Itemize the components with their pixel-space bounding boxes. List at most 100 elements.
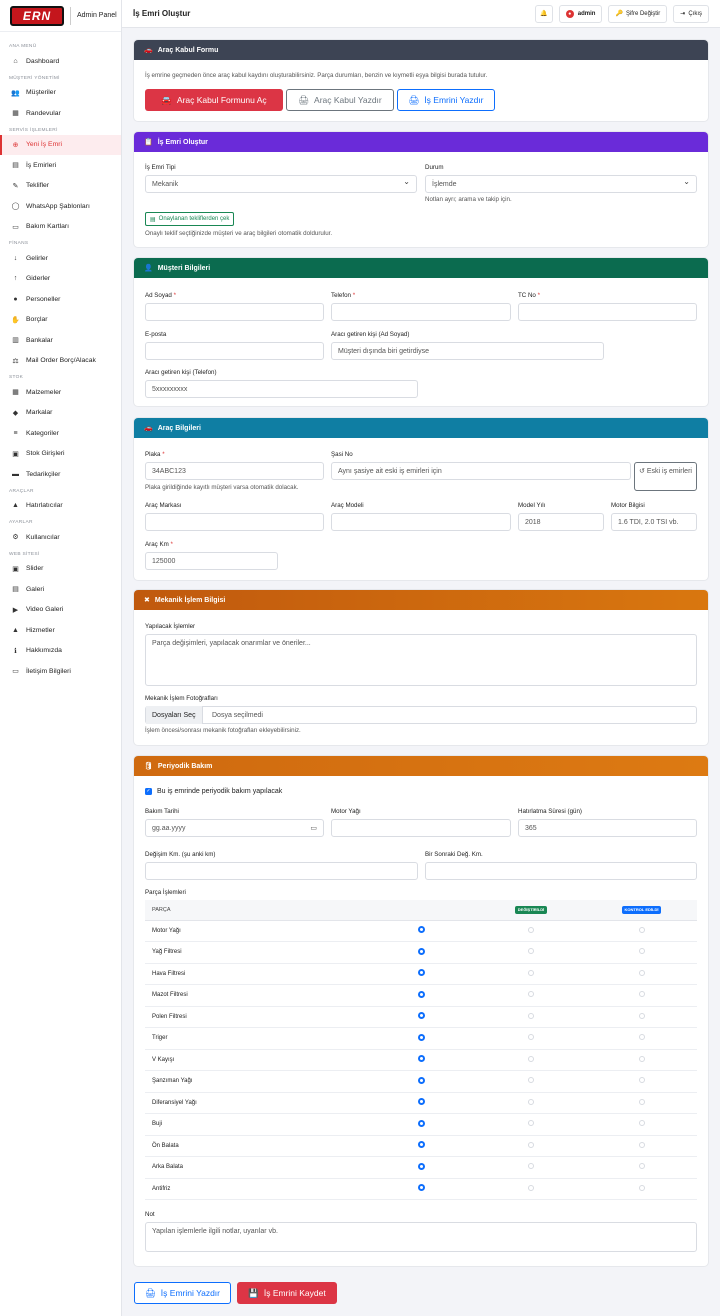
radio-replaced[interactable] (528, 948, 534, 955)
sidebar-item[interactable]: ⚙ Kullanıcılar (0, 527, 121, 548)
sidebar-item[interactable]: ▤ Galeri (0, 579, 121, 600)
radio-replaced[interactable] (528, 1141, 534, 1148)
sidebar-item[interactable]: ▲ Hatırlatıcılar (0, 496, 121, 517)
radio-none-selected[interactable] (417, 1076, 425, 1084)
sidebar-item[interactable]: ⊕ Yeni İş Emri (0, 134, 121, 155)
radio-none-selected[interactable] (417, 990, 425, 998)
sidebar-item[interactable]: ▦ Randevular (0, 103, 121, 124)
sidebar-item[interactable]: ▣ Slider (0, 559, 121, 580)
part-checked-radio-cell[interactable] (586, 1006, 697, 1028)
logout-button[interactable]: ⇥ Çıkış (673, 4, 709, 23)
part-replaced-radio-cell[interactable] (476, 1027, 586, 1050)
brought-by-name-input[interactable]: Müşteri dışında biri getirdiyse (331, 342, 604, 360)
part-replaced-radio-cell[interactable] (476, 984, 586, 1007)
vehicle-model-input[interactable] (331, 513, 511, 531)
part-replaced-radio-cell[interactable] (476, 963, 586, 985)
part-replaced-radio-cell[interactable] (476, 1006, 586, 1028)
sidebar-item[interactable]: ▬ Tedarikçiler (0, 464, 121, 485)
radio-checked[interactable] (638, 926, 645, 933)
email-input[interactable] (145, 342, 324, 360)
radio-checked[interactable] (638, 1120, 645, 1127)
part-none-radio-cell[interactable] (366, 984, 476, 1007)
sidebar-item[interactable]: ◯ WhatsApp Şablonları (0, 196, 121, 217)
radio-checked[interactable] (638, 1034, 645, 1041)
part-none-radio-cell[interactable] (366, 1135, 476, 1157)
reminder-days-input[interactable]: 365 (518, 819, 697, 837)
part-none-radio-cell[interactable] (366, 963, 476, 985)
open-intake-form-button[interactable]: 🚘 Araç Kabul Formunu Aç (145, 89, 283, 111)
radio-checked[interactable] (638, 948, 645, 955)
part-none-radio-cell[interactable] (366, 941, 476, 964)
part-none-radio-cell[interactable] (366, 1006, 476, 1028)
work-order-type-select[interactable]: Mekanik (145, 175, 417, 193)
radio-none-selected[interactable] (417, 1098, 425, 1106)
sidebar-item[interactable]: ▦ Malzemeler (0, 382, 121, 403)
radio-replaced[interactable] (528, 1055, 534, 1062)
sidebar-item[interactable]: 👥 Müşteriler (0, 83, 121, 104)
radio-none-selected[interactable] (417, 1119, 425, 1127)
sidebar-item[interactable]: ◆ Markalar (0, 403, 121, 424)
chassis-input[interactable]: Aynı şasiye ait eski iş emirleri için (331, 462, 631, 480)
vehicle-brand-input[interactable] (145, 513, 324, 531)
sidebar-item[interactable]: ▭ Bakım Kartları (0, 217, 121, 238)
part-checked-radio-cell[interactable] (586, 941, 697, 964)
maintenance-checkbox-row[interactable]: ✓ Bu iş emrinde periyodik bakım yapılacak (145, 788, 282, 795)
part-checked-radio-cell[interactable] (586, 1156, 697, 1179)
full-name-input[interactable] (145, 303, 324, 321)
radio-checked[interactable] (638, 991, 645, 998)
part-checked-radio-cell[interactable] (586, 1113, 697, 1136)
part-none-radio-cell[interactable] (366, 1113, 476, 1136)
radio-none-selected[interactable] (417, 926, 425, 934)
part-checked-radio-cell[interactable] (586, 1178, 697, 1200)
engine-input[interactable]: 1.6 TDI, 2.0 TSI vb. (611, 513, 697, 531)
part-replaced-radio-cell[interactable] (476, 1178, 586, 1200)
part-replaced-radio-cell[interactable] (476, 941, 586, 964)
radio-checked[interactable] (638, 1184, 645, 1191)
sidebar-item[interactable]: ▣ Stok Girişleri (0, 444, 121, 465)
radio-none-selected[interactable] (417, 1055, 425, 1063)
radio-replaced[interactable] (528, 969, 534, 976)
radio-replaced[interactable] (528, 1184, 534, 1191)
tc-no-input[interactable] (518, 303, 697, 321)
radio-checked[interactable] (638, 1077, 645, 1084)
part-checked-radio-cell[interactable] (586, 1092, 697, 1114)
radio-none-selected[interactable] (417, 1184, 425, 1192)
sidebar-item[interactable]: ✋ Borçlar (0, 310, 121, 331)
sidebar-item[interactable]: ● Personeller (0, 289, 121, 310)
sidebar-item[interactable]: ↑ Giderler (0, 269, 121, 290)
part-replaced-radio-cell[interactable] (476, 1135, 586, 1157)
radio-checked[interactable] (638, 1012, 645, 1019)
part-checked-radio-cell[interactable] (586, 963, 697, 985)
radio-checked[interactable] (638, 1098, 645, 1105)
radio-replaced[interactable] (528, 991, 534, 998)
choose-files-button[interactable]: Dosyaları Seç (146, 706, 203, 724)
part-replaced-radio-cell[interactable] (476, 1092, 586, 1114)
part-none-radio-cell[interactable] (366, 1049, 476, 1071)
radio-replaced[interactable] (528, 1034, 534, 1041)
part-none-radio-cell[interactable] (366, 1092, 476, 1114)
change-password-button[interactable]: 🔑 Şifre Değiştir (608, 4, 668, 23)
sidebar-item[interactable]: ⌂ Dashboard (0, 51, 121, 72)
sidebar-item[interactable]: ≡ Kategoriler (0, 423, 121, 444)
radio-none-selected[interactable] (417, 1012, 425, 1020)
part-none-radio-cell[interactable] (366, 1156, 476, 1179)
radio-replaced[interactable] (528, 1098, 534, 1105)
notifications-button[interactable]: 🔔 (534, 4, 553, 23)
sidebar-item[interactable]: ▲ Hizmetler (0, 620, 121, 641)
print-intake-button[interactable]: 🖨 Araç Kabul Yazdır (286, 89, 394, 111)
part-checked-radio-cell[interactable] (586, 920, 697, 942)
mechanical-photos-input[interactable]: Dosyaları Seç Dosya seçilmedi (145, 706, 697, 724)
print-work-order-button-top[interactable]: 🖨 İş Emrini Yazdır (397, 89, 495, 111)
radio-replaced[interactable] (528, 1163, 534, 1170)
change-km-input[interactable] (145, 862, 418, 880)
maintenance-date-input[interactable]: gg.aa.yyyy ▭ (145, 819, 324, 837)
radio-checked[interactable] (638, 969, 645, 976)
sidebar-item[interactable]: ↓ Gelirler (0, 248, 121, 269)
sidebar-item[interactable]: ✎ Teklifler (0, 176, 121, 197)
part-none-radio-cell[interactable] (366, 1027, 476, 1050)
model-year-input[interactable]: 2018 (518, 513, 604, 531)
note-textarea[interactable]: Yapılan işlemlerle ilgili notlar, uyarıl… (145, 1222, 697, 1252)
radio-none-selected[interactable] (417, 1141, 425, 1149)
radio-none-selected[interactable] (417, 947, 425, 955)
part-replaced-radio-cell[interactable] (476, 1049, 586, 1071)
